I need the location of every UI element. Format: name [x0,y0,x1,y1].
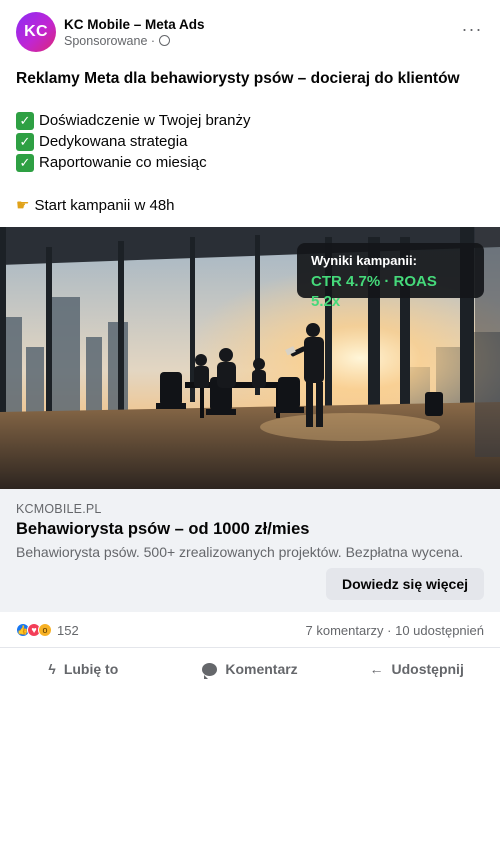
more-options-button[interactable]: ··· [460,18,484,44]
link-title[interactable]: Behawiorysta psów – od 1000 zł/mies [16,520,309,539]
action-bar: ϟ Lubię to Komentarz ← Udostępnij [0,652,500,686]
results-title: Wyniki kampanii: [311,253,417,268]
comment-bubble-icon [202,662,218,679]
post-header: KC KC Mobile – Meta Ads Sponsorowane · ·… [16,12,484,52]
pointing-hand-icon: ☛ [16,197,30,214]
comments-shares-count[interactable]: 7 komentarzy · 10 udostępnień [306,623,485,638]
link-domain: KCMOBILE.PL [16,502,102,516]
like-label: Lubię to [63,661,119,677]
list-item: ✓ Doświadczenie w Twojej branży [16,110,251,131]
globe-icon [159,35,171,46]
share-button[interactable]: ← Udostępnij [333,652,500,686]
check-mark-icon: ✓ [16,153,34,172]
benefit-list: ✓ Doświadczenie w Twojej branży ✓ Dedyko… [16,110,251,173]
engagement-stats: 👍 ♥ o 152 7 komentarzy · 10 udostępnień [16,613,484,647]
share-arrow-icon: ← [369,661,384,677]
check-mark-icon: ✓ [16,111,34,130]
list-item: ✓ Dedykowana strategia [16,131,251,152]
bullet-text: Raportowanie co miesiąc [39,154,207,171]
bullet-text: Dedykowana strategia [39,133,188,150]
sponsored-label[interactable]: Sponsorowane · [64,33,155,49]
share-label: Udostępnij [391,661,464,677]
post-meta: KC Mobile – Meta Ads Sponsorowane · [64,16,205,49]
ad-post-card: KC KC Mobile – Meta Ads Sponsorowane · ·… [0,0,500,852]
avatar[interactable]: KC [16,12,56,52]
wow-reaction-icon: o [38,623,52,637]
learn-more-button[interactable]: Dowiedz się więcej [326,568,484,600]
bullet-text: Doświadczenie w Twojej branży [39,112,251,129]
comment-label: Komentarz [225,661,298,677]
campaign-results-overlay: Wyniki kampanii: CTR 4.7% · ROAS 5.2x [297,243,484,310]
start-text: Start kampanii w 48h [34,197,175,214]
link-preview[interactable]: KCMOBILE.PL Behawiorysta psów – od 1000 … [0,489,500,612]
lightning-icon: ϟ [48,661,56,677]
results-value: CTR 4.7% · ROAS 5.2x [311,273,437,310]
divider [0,647,500,648]
like-button[interactable]: ϟ Lubię to [0,652,167,686]
list-item: ✓ Raportowanie co miesiąc [16,152,251,173]
comment-button[interactable]: Komentarz [167,652,334,686]
reaction-summary[interactable]: 👍 ♥ o 152 [16,623,79,638]
check-mark-icon: ✓ [16,132,34,151]
more-horizontal-icon: ··· [461,18,483,39]
reaction-count: 152 [57,622,79,638]
start-line: ☛ Start kampanii w 48h [16,195,175,216]
post-headline: Reklamy Meta dla behawiorysty psów – doc… [16,70,460,87]
sponsored-row: Sponsorowane · [64,33,205,49]
link-description: Behawiorysta psów. 500+ zrealizowanych p… [16,544,464,560]
page-name[interactable]: KC Mobile – Meta Ads [64,16,205,33]
